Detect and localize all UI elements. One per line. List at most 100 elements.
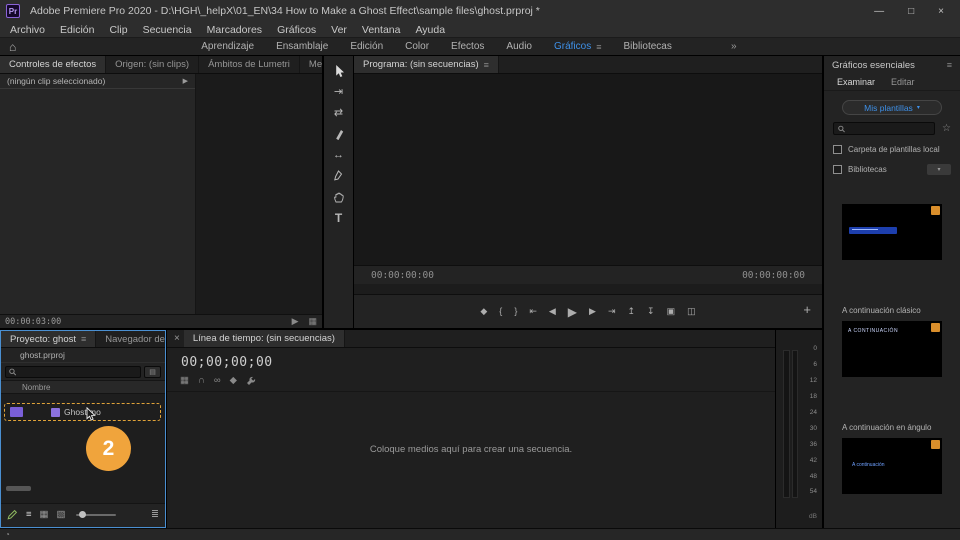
clip-row-ghost[interactable]: Ghost.mo — [4, 403, 161, 421]
home-icon[interactable]: ⌂ — [9, 41, 16, 53]
tab-linea-de-tiempo[interactable]: Línea de tiempo: (sin secuencias) — [183, 330, 345, 347]
ripple-edit-tool[interactable]: ⇄ — [328, 103, 349, 122]
snap-magnet-icon[interactable]: ∩ — [198, 375, 205, 386]
minimize-button[interactable]: — — [874, 6, 884, 17]
horizontal-scrollbar-thumb[interactable] — [6, 486, 31, 491]
libraries-dropdown[interactable]: ▾ — [927, 164, 951, 175]
workspace-tab-ensamblaje[interactable]: Ensamblaje — [276, 41, 328, 52]
timeline-panel: × Línea de tiempo: (sin secuencias) 00;0… — [167, 330, 775, 528]
my-templates-dropdown[interactable]: Mis plantillas ▾ — [842, 100, 942, 115]
workspace-tab-graficos[interactable]: Gráficos ≡ — [554, 41, 602, 52]
panel-menu-icon[interactable]: ≡ — [81, 334, 86, 344]
menu-secuencia[interactable]: Secuencia — [143, 24, 192, 36]
linked-selection-icon[interactable]: ∞ — [214, 375, 221, 386]
play-audio-icon[interactable]: ▶ — [292, 316, 299, 327]
favorites-star-icon[interactable]: ☆ — [942, 123, 951, 134]
hand-tool[interactable] — [328, 187, 349, 206]
add-marker-button[interactable]: ◆ — [480, 307, 487, 316]
mark-in-button[interactable]: { — [499, 307, 502, 316]
close-panel-icon[interactable]: × — [167, 333, 184, 344]
tab-proyecto[interactable]: Proyecto: ghost ≡ — [1, 331, 97, 347]
menu-clip[interactable]: Clip — [109, 24, 127, 36]
extract-button[interactable]: ↧ — [647, 307, 655, 316]
menu-ventana[interactable]: Ventana — [362, 24, 401, 36]
project-column-header[interactable]: Nombre — [1, 381, 165, 394]
step-back-button[interactable]: ◀ — [549, 307, 556, 316]
razor-tool[interactable] — [328, 124, 349, 143]
go-to-out-button[interactable]: ⇥ — [608, 307, 616, 316]
play-button[interactable]: ▶ — [568, 306, 577, 318]
thumbnail-zoom-slider[interactable] — [75, 510, 116, 518]
local-templates-checkbox[interactable] — [833, 145, 842, 154]
local-templates-label: Carpeta de plantillas local — [848, 145, 940, 154]
button-editor-add-button[interactable]: + — [803, 302, 811, 317]
workspace-tab-audio[interactable]: Audio — [506, 41, 532, 52]
tab-programa[interactable]: Programa: (sin secuencias) ≡ — [354, 56, 499, 73]
effect-controls-timeline-area — [196, 74, 322, 314]
project-search-input[interactable] — [19, 367, 137, 376]
tab-ambitos-lumetri[interactable]: Ámbitos de Lumetri — [199, 56, 300, 73]
search-options-button[interactable]: ▤ — [144, 365, 161, 378]
freeform-view-button[interactable]: ▧ — [57, 510, 66, 520]
timeline-display-settings-icon[interactable]: ▦ — [180, 375, 189, 386]
template-search-input[interactable] — [848, 124, 931, 133]
template-thumbnail-1[interactable] — [842, 204, 942, 260]
project-toolbar: ≡ ▦ ▧ ≣ — [1, 503, 165, 525]
template-thumbnail-2[interactable]: A CONTINUACIÓN — [842, 321, 942, 377]
tab-examinar[interactable]: Examinar — [837, 77, 875, 87]
program-scrub-bar[interactable] — [354, 284, 822, 295]
filmstrip-icon[interactable]: ▦ — [308, 316, 317, 327]
tab-navegador-de-medios[interactable]: Navegador de m — [96, 331, 165, 347]
writable-pencil-icon[interactable] — [7, 509, 18, 520]
tab-editar[interactable]: Editar — [891, 77, 915, 87]
mark-out-button[interactable]: } — [514, 307, 517, 316]
project-search-box[interactable] — [5, 365, 141, 378]
workspace-tab-edicion[interactable]: Edición — [350, 41, 383, 52]
export-frame-button[interactable]: ▣ — [667, 307, 676, 316]
close-button[interactable]: × — [938, 6, 944, 17]
menu-archivo[interactable]: Archivo — [10, 24, 45, 36]
project-file-row[interactable]: ghost.prproj — [1, 348, 165, 363]
tab-mezclador[interactable]: Mezcl — [300, 56, 322, 73]
workspace-tab-bibliotecas[interactable]: Bibliotecas — [623, 41, 671, 52]
menu-graficos[interactable]: Gráficos — [277, 24, 316, 36]
tab-controles-de-efectos[interactable]: Controles de efectos — [0, 56, 107, 73]
essential-graphics-title: Gráficos esenciales — [832, 59, 915, 71]
add-marker-icon[interactable]: ◆ — [230, 375, 237, 386]
program-transport-controls: ◆ { } ⇤ ◀ ▶ ▶ ⇥ ↥ ↧ ▣ ◫ — [354, 295, 822, 328]
timeline-settings-wrench-icon[interactable] — [246, 376, 256, 386]
template-search-box[interactable] — [833, 122, 936, 135]
tab-origen[interactable]: Origen: (sin clips) — [106, 56, 200, 73]
automate-to-sequence-button[interactable]: ≣ — [151, 510, 159, 520]
menu-ayuda[interactable]: Ayuda — [415, 24, 445, 36]
go-to-in-button[interactable]: ⇤ — [529, 307, 537, 316]
libraries-checkbox[interactable] — [833, 165, 842, 174]
track-select-icon: ⇥ — [333, 86, 344, 98]
comparison-view-button[interactable]: ◫ — [687, 307, 696, 316]
workspace-overflow-icon[interactable]: » — [731, 41, 737, 52]
workspace-tab-aprendizaje[interactable]: Aprendizaje — [201, 41, 254, 52]
maximize-button[interactable]: □ — [908, 6, 914, 17]
icon-view-button[interactable]: ▦ — [40, 510, 49, 520]
menu-ver[interactable]: Ver — [331, 24, 347, 36]
list-view-button[interactable]: ≡ — [26, 510, 32, 520]
step-forward-button[interactable]: ▶ — [589, 307, 596, 316]
workspace-tab-efectos[interactable]: Efectos — [451, 41, 484, 52]
track-select-forward-tool[interactable]: ⇥ — [328, 82, 349, 101]
menu-edicion[interactable]: Edición — [60, 24, 94, 36]
panel-menu-icon[interactable]: ≡ — [947, 60, 952, 70]
pen-tool[interactable] — [328, 166, 349, 185]
type-tool[interactable]: T — [328, 208, 349, 227]
expand-arrow-icon[interactable]: ▶ — [183, 77, 188, 85]
workspace-menu-icon[interactable]: ≡ — [596, 42, 601, 52]
panel-menu-icon[interactable]: ≡ — [484, 60, 489, 70]
workspace-tab-color[interactable]: Color — [405, 41, 429, 52]
template-thumbnail-3[interactable]: A continuación — [842, 438, 942, 494]
sync-status-icon[interactable]: ◔ — [5, 530, 10, 539]
slip-tool[interactable]: ↔ — [328, 145, 349, 164]
chevron-down-icon: ▾ — [916, 105, 920, 111]
selection-tool[interactable] — [328, 61, 349, 80]
lift-button[interactable]: ↥ — [628, 307, 636, 316]
zoom-slider-knob[interactable] — [78, 510, 86, 518]
menu-marcadores[interactable]: Marcadores — [207, 24, 262, 36]
